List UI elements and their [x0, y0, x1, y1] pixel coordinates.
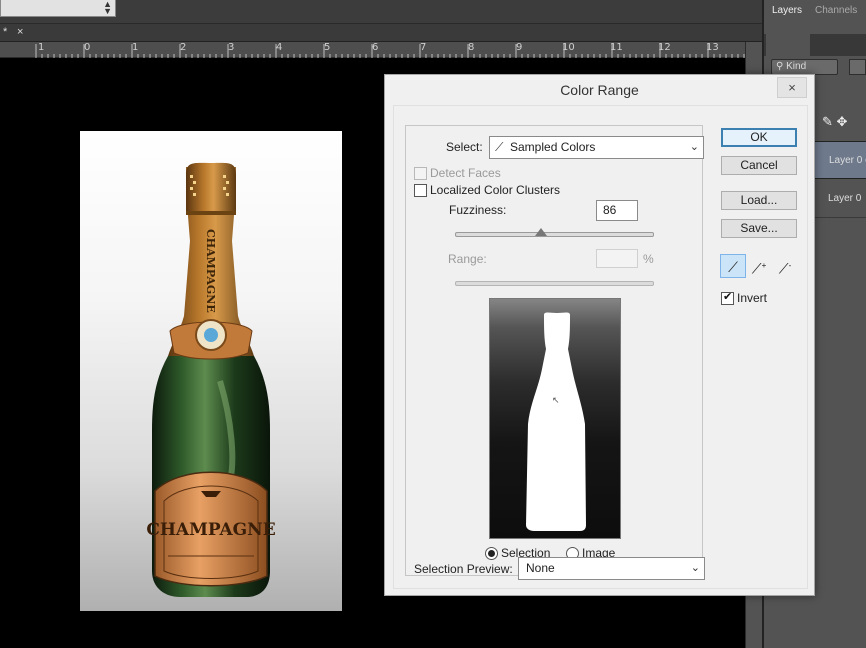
select-label: Select:	[446, 140, 483, 154]
color-range-dialog: Color Range × Select: ⟋ Sampled Colors ⌄…	[384, 74, 815, 596]
selection-preview-dropdown[interactable]: None ⌄	[518, 557, 705, 580]
select-dropdown[interactable]: ⟋ Sampled Colors ⌄	[489, 136, 704, 159]
tab-layers[interactable]: Layers	[772, 5, 802, 16]
invert-checkbox[interactable]: ✔	[721, 291, 734, 305]
options-bar: ▲ ▼	[0, 0, 866, 24]
select-group-box: Select: ⟋ Sampled Colors ⌄ Detect Faces …	[405, 125, 704, 576]
ruler-label: 1	[132, 42, 139, 53]
layer-row[interactable]: Layer 0 c	[814, 141, 866, 179]
document-tab-bar: * ×	[0, 24, 762, 42]
localized-clusters-label: Localized Color Clusters	[430, 183, 561, 197]
ruler-label: 10	[562, 42, 575, 53]
ruler-label: 12	[658, 42, 671, 53]
checkmark-icon: ✔	[723, 291, 733, 303]
layer-row[interactable]: Layer 0	[814, 180, 866, 218]
ruler-label: 0	[84, 42, 91, 53]
eyedropper-plus-icon[interactable]: ⟋+	[746, 254, 772, 278]
invert-label: Invert	[737, 291, 768, 305]
ruler-label: 9	[516, 42, 523, 53]
selection-radio[interactable]	[485, 547, 498, 560]
close-icon[interactable]: ×	[777, 77, 807, 98]
layer-kind-filter[interactable]: ⚲ Kind	[771, 59, 838, 75]
chevron-down-icon: ⌄	[689, 141, 699, 153]
fuzziness-slider[interactable]	[455, 232, 654, 237]
ruler-label: 13	[706, 42, 719, 53]
kind-filter-label: Kind	[786, 61, 807, 72]
eyedropper-icon: ⟋	[495, 140, 504, 154]
brush-icon[interactable]: ✎	[822, 114, 833, 129]
cap-ring	[186, 211, 236, 215]
ruler-label: 2	[180, 42, 187, 53]
layer-name: Layer 0	[828, 193, 862, 204]
localized-clusters-checkbox[interactable]	[414, 184, 427, 197]
medallion-crest	[204, 328, 218, 342]
ruler-label: 8	[468, 42, 475, 53]
range-unit: %	[643, 252, 654, 266]
select-value: Sampled Colors	[510, 140, 596, 154]
tool-preset-dropdown[interactable]: ▲ ▼	[0, 0, 116, 17]
selection-preview-image[interactable]: ↖	[489, 298, 621, 539]
selection-preview-value: None	[526, 561, 555, 575]
up-down-arrows-icon: ▲ ▼	[103, 0, 112, 16]
document-canvas[interactable]: CHAMPAGNE CHAMPAGNE	[80, 131, 342, 611]
bottle-mask-image	[526, 312, 586, 531]
chevron-down-icon: ⌄	[690, 562, 700, 574]
search-icon: ⚲	[776, 61, 784, 72]
ruler-label: 3	[228, 42, 235, 53]
horizontal-ruler: 1 0 1 2 3 4 5 6 7 8 9 10 11 12 13	[0, 42, 745, 58]
ruler-label: 1	[38, 42, 45, 53]
detect-faces-label: Detect Faces	[430, 166, 501, 180]
fuzziness-input[interactable]: 86	[596, 200, 638, 221]
load-button[interactable]: Load...	[721, 191, 797, 210]
ruler-label: 4	[276, 42, 283, 53]
label-text: CHAMPAGNE	[146, 520, 275, 540]
save-button[interactable]: Save...	[721, 219, 797, 238]
eyedropper-minus-icon[interactable]: ⟋-	[772, 254, 798, 278]
fuzziness-slider-thumb[interactable]	[535, 228, 547, 236]
tab-modified-indicator: *	[3, 26, 8, 38]
ruler-label: 7	[420, 42, 427, 53]
ruler-label: 5	[324, 42, 331, 53]
neck-text: CHAMPAGNE	[204, 229, 217, 313]
bottle-cap	[186, 162, 236, 213]
range-slider	[455, 281, 654, 286]
ruler-label: 11	[610, 42, 623, 53]
image-filter-icon[interactable]	[849, 59, 866, 75]
move-icon[interactable]: ✥	[837, 114, 848, 129]
ruler-label: 6	[372, 42, 379, 53]
eyedropper-icon[interactable]: ⟋	[720, 254, 746, 278]
range-input	[596, 249, 638, 268]
tab-channels[interactable]: Channels	[815, 5, 857, 16]
lock-icons: ✎ ✥	[822, 114, 847, 130]
range-label: Range:	[448, 252, 487, 266]
cursor-icon: ↖	[552, 395, 560, 405]
active-tab-background	[766, 34, 810, 56]
selection-preview-label: Selection Preview:	[414, 562, 513, 576]
dialog-title: Color Range	[560, 82, 639, 98]
champagne-bottle-image: CHAMPAGNE CHAMPAGNE	[146, 162, 276, 597]
dialog-body: Select: ⟋ Sampled Colors ⌄ Detect Faces …	[393, 105, 808, 589]
cancel-button[interactable]: Cancel	[721, 156, 797, 175]
detect-faces-checkbox[interactable]	[414, 167, 427, 180]
fuzziness-label: Fuzziness:	[449, 203, 507, 217]
tab-close-icon[interactable]: ×	[17, 26, 23, 38]
layer-name: Layer 0 c	[829, 155, 866, 166]
ok-button[interactable]: OK	[721, 128, 797, 147]
